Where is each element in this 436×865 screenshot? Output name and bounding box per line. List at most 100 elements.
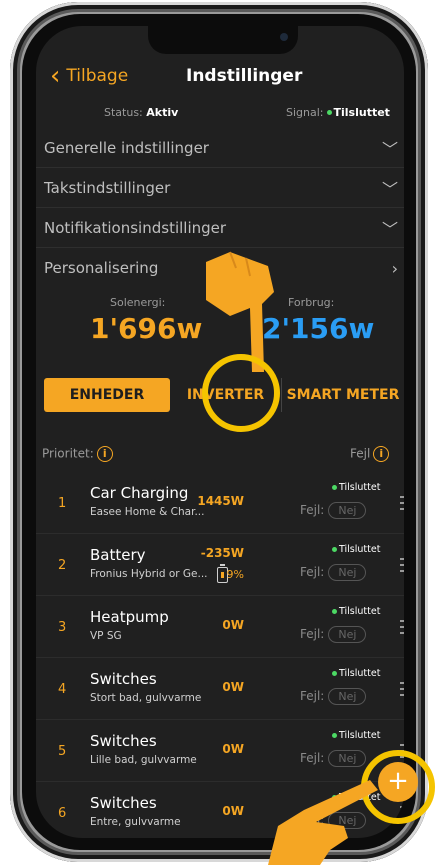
drag-handle-icon[interactable] (400, 682, 404, 700)
error-toggle[interactable]: Nej (328, 626, 367, 643)
status-dot-icon (332, 546, 337, 552)
drag-handle-icon[interactable] (400, 806, 404, 824)
error-toggle[interactable]: Nej (328, 750, 367, 767)
signal-dot-icon (326, 110, 332, 115)
device-list: 1 Car Charging Easee Home & Char... 1445… (36, 472, 404, 838)
list-item[interactable]: 6 Switches Entre, gulvvarme 0W Tilslutte… (36, 782, 404, 838)
chevron-down-icon: ﹀ (381, 179, 398, 199)
info-icon[interactable]: i (96, 446, 113, 462)
priority-header: Prioritet: i (42, 446, 113, 462)
error-label: Fejl: (300, 627, 325, 641)
connection-status: Tilsluttet (329, 668, 380, 679)
status-text: Tilsluttet (339, 730, 381, 741)
error-field: Fejl: Nej (300, 564, 367, 581)
device-name: Battery (90, 546, 146, 564)
drag-handle-icon[interactable] (400, 496, 404, 514)
device-name: Switches (90, 794, 157, 812)
error-label: Fejl (350, 446, 371, 461)
device-power: 0W (222, 742, 244, 756)
camera-icon (280, 33, 288, 41)
add-device-button[interactable]: + (378, 762, 418, 802)
battery-percent: 9% (226, 568, 244, 581)
error-field: Fejl: Nej (300, 502, 367, 519)
status-text: Tilsluttet (339, 606, 381, 617)
back-label: Tilbage (66, 66, 129, 86)
nav-bar: ‹ Tilbage Indstillinger (36, 56, 404, 96)
priority-number: 5 (58, 744, 67, 759)
device-subtitle: VP SG (90, 630, 122, 642)
list-item[interactable]: 5 Switches Lille bad, gulvvarme 0W Tilsl… (36, 720, 404, 782)
status-dot-icon (332, 732, 337, 738)
error-toggle[interactable]: Nej (328, 688, 367, 705)
chevron-right-icon: › (391, 258, 398, 278)
settings-label: Takstindstillinger (44, 178, 171, 197)
signal-label: Signal: (286, 106, 324, 119)
device-subtitle: Stort bad, gulvvarme (90, 692, 202, 704)
error-toggle[interactable]: Nej (328, 812, 367, 829)
settings-label: Notifikationsindstillinger (44, 218, 227, 237)
back-button[interactable]: ‹ Tilbage (50, 56, 128, 96)
settings-notifications[interactable]: Notifikationsindstillinger ﹀ (36, 208, 404, 248)
tab-enheder[interactable]: ENHEDER (44, 378, 170, 412)
consumption-label: Forbrug: (288, 296, 335, 309)
settings-general[interactable]: Generelle indstillinger ﹀ (36, 128, 404, 168)
settings-label: Personalisering (44, 259, 159, 277)
error-field: Fejl: Nej (300, 688, 367, 705)
drag-handle-icon[interactable] (400, 744, 404, 762)
settings-label: Generelle indstillinger (44, 138, 209, 157)
notch (148, 26, 298, 54)
error-label: Fejl: (300, 503, 325, 517)
plus-icon: + (387, 766, 409, 796)
connection-status: Tilsluttet (329, 544, 380, 555)
status-dot-icon (332, 794, 337, 800)
device-subtitle: Lille bad, gulvvarme (90, 754, 197, 766)
info-icon[interactable]: i (373, 446, 390, 462)
signal-indicator: Signal: Tilsluttet (286, 106, 390, 119)
drag-handle-icon[interactable] (400, 620, 404, 638)
error-label: Fejl: (300, 751, 325, 765)
error-label: Fejl: (300, 565, 325, 579)
app-screen: ‹ Tilbage Indstillinger Status: Aktiv Si… (36, 26, 404, 838)
error-label: Fejl: (300, 689, 325, 703)
priority-number: 1 (58, 496, 67, 511)
priority-number: 2 (58, 558, 67, 573)
status-text: Tilsluttet (339, 482, 381, 493)
list-item[interactable]: 3 Heatpump VP SG 0W Tilsluttet Fejl: Nej (36, 596, 404, 658)
connection-status: Tilsluttet (329, 792, 380, 803)
settings-tariff[interactable]: Takstindstillinger ﹀ (36, 168, 404, 208)
list-item[interactable]: 4 Switches Stort bad, gulvvarme 0W Tilsl… (36, 658, 404, 720)
device-name: Heatpump (90, 608, 169, 626)
device-power: -235W (200, 546, 244, 560)
device-power: 0W (222, 618, 244, 632)
device-subtitle: Easee Home & Char... (90, 506, 205, 518)
tab-smart-meter[interactable]: SMART METER (282, 378, 404, 412)
chevron-down-icon: ﹀ (381, 139, 398, 159)
solar-label: Solenergi: (110, 296, 166, 309)
solar-value: 1'696w (90, 312, 203, 345)
connection-status: Tilsluttet (329, 606, 380, 617)
priority-label: Prioritet: (42, 446, 94, 461)
device-power: 0W (222, 804, 244, 818)
drag-handle-icon[interactable] (400, 558, 404, 576)
device-subtitle: Fronius Hybrid or Ge... (90, 568, 208, 580)
status-value: Aktiv (146, 106, 179, 119)
error-field: Fejl: Nej (300, 812, 367, 829)
status-indicator: Status: Aktiv (104, 106, 178, 119)
tab-inverter[interactable]: INVERTER (170, 378, 282, 412)
error-toggle[interactable]: Nej (328, 564, 367, 581)
list-item[interactable]: 2 Battery Fronius Hybrid or Ge... -235W … (36, 534, 404, 596)
settings-personalisation[interactable]: Personalisering › (36, 248, 404, 288)
device-power: 0W (222, 680, 244, 694)
chevron-left-icon: ‹ (50, 61, 61, 91)
error-field: Fejl: Nej (300, 626, 367, 643)
list-item[interactable]: 1 Car Charging Easee Home & Char... 1445… (36, 472, 404, 534)
status-label: Status: (104, 106, 143, 119)
error-toggle[interactable]: Nej (328, 502, 367, 519)
chevron-down-icon: ﹀ (381, 219, 398, 239)
status-text: Tilsluttet (339, 544, 381, 555)
status-text: Tilsluttet (339, 668, 381, 679)
page-title: Indstillinger (186, 66, 303, 86)
priority-number: 6 (58, 806, 67, 821)
status-dot-icon (332, 484, 337, 490)
status-dot-icon (332, 670, 337, 676)
